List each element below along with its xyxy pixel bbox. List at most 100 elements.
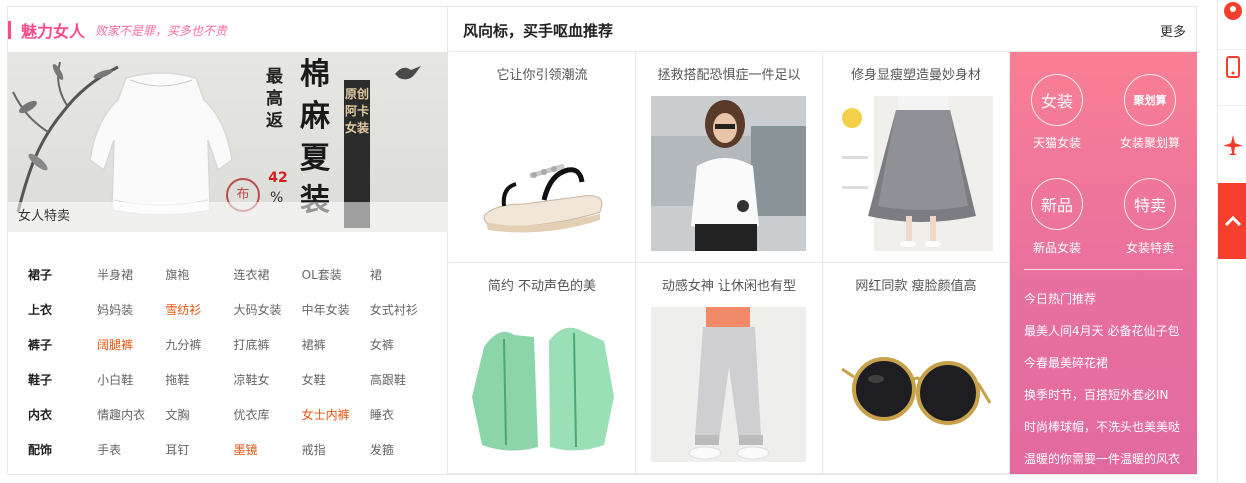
category-link[interactable]: 雪纺衫	[165, 301, 233, 318]
category-link[interactable]: 中年女装	[302, 301, 370, 318]
category-row: 鞋子 小白鞋 拖鞋 凉鞋女 女鞋 高跟鞋	[28, 362, 438, 397]
category-link[interactable]: 女士内裤	[302, 406, 370, 423]
category-link[interactable]: 文胸	[165, 406, 233, 423]
category-link[interactable]: 小白鞋	[97, 371, 165, 388]
divider	[1024, 269, 1183, 270]
womens-channel-panel: 魅力女人 败家不是罪，买多也不贵 最高返 42 % 棉麻夏装 原创阿卡女装 布 …	[7, 6, 1197, 475]
category-head[interactable]: 内衣	[28, 406, 97, 423]
product-card[interactable]: 简约 不动声色的美	[449, 263, 636, 474]
category-link[interactable]: 女式衬衫	[370, 301, 438, 318]
product-title[interactable]: 简约 不动声色的美	[449, 275, 635, 294]
category-row: 内衣 情趣内衣 文胸 优衣库 女士内裤 睡衣	[28, 397, 438, 432]
trend-title: 风向标，买手呕血推荐	[463, 22, 614, 40]
banner-discount: 42	[268, 170, 288, 186]
product-card[interactable]: 修身显瘦塑造曼妙身材	[823, 52, 1010, 263]
special-sale-circle[interactable]: 特卖	[1124, 178, 1176, 230]
product-title[interactable]: 动感女神 让休闲也有型	[636, 275, 822, 294]
category-head[interactable]: 上衣	[28, 301, 97, 318]
side-toolbar	[1217, 0, 1246, 483]
category-link[interactable]: 打底裤	[234, 336, 302, 353]
product-card[interactable]: 它让你引领潮流	[449, 52, 636, 263]
product-title[interactable]: 修身显瘦塑造曼妙身材	[823, 64, 1009, 83]
category-link[interactable]: 女裤	[370, 336, 438, 353]
new-arrivals-label[interactable]: 新品女装	[1012, 239, 1102, 256]
phone-icon	[1225, 55, 1240, 78]
category-link[interactable]: 手表	[97, 441, 165, 458]
category-link[interactable]: 女鞋	[302, 371, 370, 388]
tulle-skirt-image[interactable]	[838, 96, 993, 251]
category-link[interactable]: 睡衣	[370, 406, 438, 423]
category-link[interactable]: 耳钉	[165, 441, 233, 458]
category-link[interactable]: 阔腿裤	[97, 336, 165, 353]
category-link[interactable]: 九分裤	[165, 336, 233, 353]
category-link[interactable]: 旗袍	[165, 266, 233, 283]
left-section: 魅力女人 败家不是罪，买多也不贵 最高返 42 % 棉麻夏装 原创阿卡女装 布 …	[8, 7, 448, 474]
category-link[interactable]: OL套装	[302, 266, 370, 283]
jogger-pants-image[interactable]	[651, 307, 806, 462]
sunglasses-image[interactable]	[838, 307, 993, 462]
juhuasuan-label[interactable]: 女装聚划算	[1105, 134, 1195, 151]
category-row: 配饰 手表 耳钉 墨镜 戒指 发箍	[28, 432, 438, 467]
category-link[interactable]: 裙	[370, 266, 438, 283]
category-link[interactable]: 连衣裙	[234, 266, 302, 283]
category-link[interactable]: 情趣内衣	[97, 406, 165, 423]
bird-icon	[395, 66, 421, 80]
green-sun-jacket-image[interactable]	[464, 307, 619, 462]
product-title[interactable]: 它让你引领潮流	[449, 64, 635, 83]
category-link[interactable]: 半身裙	[97, 266, 165, 283]
user-icon	[1223, 1, 1242, 20]
category-head[interactable]: 鞋子	[28, 371, 97, 388]
product-card[interactable]: 拯救搭配恐惧症一件足以	[636, 52, 823, 263]
white-tee-model-image[interactable]	[651, 96, 806, 251]
hot-item[interactable]: 温暖的你需要一件温暖的风衣	[1024, 450, 1194, 482]
banner-vertical-text: 最高返	[266, 67, 283, 131]
back-to-top-button[interactable]	[1218, 183, 1246, 259]
promo-banner[interactable]: 最高返 42 % 棉麻夏装 原创阿卡女装 布 女人特卖	[8, 52, 448, 232]
category-link[interactable]: 戒指	[302, 441, 370, 458]
product-grid: 它让你引领潮流 拯救搭配恐惧症一件足以 修身显瘦塑造曼妙身材 简约 不动声色的美…	[449, 52, 1010, 474]
section-header: 魅力女人 败家不是罪，买多也不贵	[8, 15, 227, 45]
section-title[interactable]: 魅力女人	[21, 18, 85, 42]
hot-item[interactable]: 换季时节，百搭短外套必IN	[1024, 386, 1194, 418]
trend-header: 风向标，买手呕血推荐 更多	[449, 7, 1196, 52]
juhuasuan-circle[interactable]: 聚划算	[1124, 74, 1176, 126]
pink-feature-panel: 女装 天猫女装 聚划算 女装聚划算 新品 新品女装 特卖 女装特卖 今日热门推荐…	[1010, 52, 1197, 474]
category-link[interactable]: 大码女装	[234, 301, 302, 318]
white-blouse-image	[89, 72, 233, 216]
hot-item[interactable]: 今春最美碎花裙	[1024, 354, 1194, 386]
category-link[interactable]: 裙裤	[302, 336, 370, 353]
category-head[interactable]: 配饰	[28, 441, 97, 458]
mobile-button[interactable]	[1218, 28, 1246, 106]
category-head[interactable]: 裙子	[28, 266, 97, 283]
hot-recommend-title: 今日热门推荐	[1024, 292, 1097, 306]
hot-item[interactable]: 最美人间4月天 必备花仙子包	[1024, 322, 1194, 354]
special-sale-label[interactable]: 女装特卖	[1105, 239, 1195, 256]
category-row: 上衣 妈妈装 雪纺衫 大码女装 中年女装 女式衬衫	[28, 292, 438, 327]
travel-button[interactable]	[1218, 106, 1246, 184]
category-head[interactable]: 裤子	[28, 336, 97, 353]
section-slogan: 败家不是罪，买多也不贵	[95, 23, 228, 38]
banner-caption[interactable]: 女人特卖	[8, 202, 448, 232]
banner-headline: 棉麻夏装	[300, 57, 330, 218]
product-card[interactable]: 动感女神 让休闲也有型	[636, 263, 823, 474]
category-link[interactable]: 发箍	[370, 441, 438, 458]
category-link[interactable]: 高跟鞋	[370, 371, 438, 388]
product-card[interactable]: 网红同款 瘦脸颜值高	[823, 263, 1010, 474]
category-link[interactable]: 拖鞋	[165, 371, 233, 388]
hot-recommend-list: 最美人间4月天 必备花仙子包 今春最美碎花裙 换季时节，百搭短外套必IN 时尚棒…	[1024, 322, 1194, 482]
hot-item[interactable]: 时尚棒球帽，不洗头也美美哒	[1024, 418, 1194, 450]
category-link[interactable]: 凉鞋女	[234, 371, 302, 388]
category-link[interactable]: 优衣库	[234, 406, 302, 423]
product-title[interactable]: 网红同款 瘦脸颜值高	[823, 275, 1009, 294]
category-link[interactable]: 墨镜	[234, 441, 302, 458]
more-link[interactable]: 更多	[1160, 21, 1186, 40]
new-arrivals-circle[interactable]: 新品	[1031, 178, 1083, 230]
category-row: 裙子 半身裙 旗袍 连衣裙 OL套装裙	[28, 257, 438, 292]
category-list: 裙子 半身裙 旗袍 连衣裙 OL套装裙上衣 妈妈装 雪纺衫 大码女装 中年女装 女式衬衫 裤子 阔腿裤…	[28, 257, 438, 467]
sandal-image[interactable]	[464, 96, 619, 251]
tmall-womens-label[interactable]: 天猫女装	[1012, 134, 1102, 151]
tmall-womens-circle[interactable]: 女装	[1031, 74, 1083, 126]
category-link[interactable]: 妈妈装	[97, 301, 165, 318]
product-title[interactable]: 拯救搭配恐惧症一件足以	[636, 64, 822, 83]
header-accent-bar	[8, 21, 11, 39]
